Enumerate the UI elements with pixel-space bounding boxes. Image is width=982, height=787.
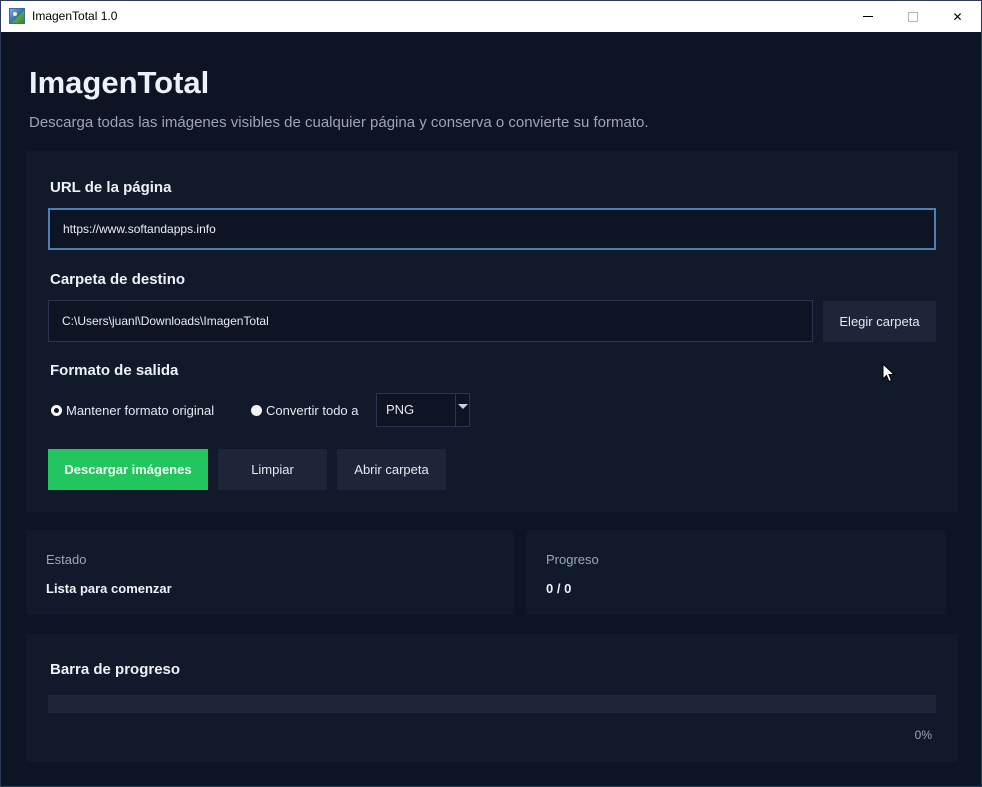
title-bar[interactable]: ImagenTotal 1.0 ✕ [1,1,981,32]
status-card [26,530,514,615]
format-label: Formato de salida [50,362,179,379]
keep-format-label: Mantener formato original [66,403,215,418]
progress-count-value: 0 / 0 [546,581,572,596]
progress-card [526,530,946,615]
clear-button[interactable]: Limpiar [218,449,327,490]
minimize-button[interactable] [845,1,890,32]
url-input[interactable]: https://www.softandapps.info [48,208,936,250]
folder-input[interactable]: C:\Users\juanl\Downloads\ImagenTotal [48,300,813,342]
chevron-down-icon[interactable] [455,394,469,426]
format-select-value: PNG [386,402,415,417]
keep-format-radio[interactable]: Mantener formato original [51,403,214,418]
close-button[interactable]: ✕ [935,1,980,32]
progress-bar-label: Barra de progreso [50,661,181,678]
download-images-button[interactable]: Descargar imágenes [48,449,208,490]
convert-format-label: Convertir todo a [266,403,359,418]
convert-format-radio[interactable]: Convertir todo a [251,403,359,418]
app-window: ImagenTotal 1.0 ✕ ImagenTotal Descarga t… [0,0,982,787]
minimize-icon [862,16,873,17]
radio-unchecked-icon [251,405,262,416]
folder-label: Carpeta de destino [50,271,186,288]
maximize-icon [907,11,918,22]
mouse-pointer-icon [882,363,896,383]
progress-count-label: Progreso [546,552,599,567]
close-icon: ✕ [952,9,963,24]
app-logo-icon [9,8,25,24]
format-select[interactable]: PNG [376,393,470,427]
progress-bar [48,695,936,713]
url-label: URL de la página [50,179,172,196]
window-title: ImagenTotal 1.0 [32,9,118,23]
progress-percent: 0% [914,728,932,742]
status-value: Lista para comenzar [46,581,172,596]
choose-folder-button[interactable]: Elegir carpeta [823,301,936,342]
radio-checked-icon [51,405,62,416]
status-label: Estado [46,552,87,567]
page-subtitle: Descarga todas las imágenes visibles de … [29,114,649,131]
open-folder-button[interactable]: Abrir carpeta [337,449,446,490]
page-title: ImagenTotal [29,65,210,100]
maximize-button[interactable] [890,1,935,32]
